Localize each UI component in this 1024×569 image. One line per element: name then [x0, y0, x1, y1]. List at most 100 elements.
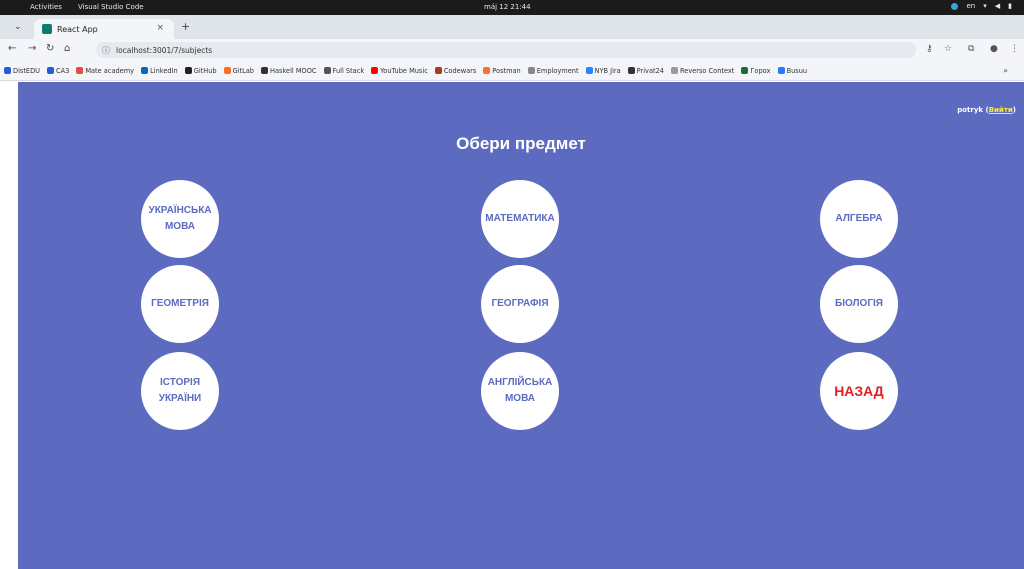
browser-menu-icon[interactable]: ⋮: [1010, 44, 1019, 54]
keyboard-layout[interactable]: en: [966, 2, 975, 10]
subject-geometry-button[interactable]: ГЕОМЕТРІЯ: [141, 265, 219, 343]
bookmark-item[interactable]: Postman: [483, 66, 521, 75]
bookmark-favicon-icon: [141, 67, 149, 74]
bookmark-favicon-icon: [261, 67, 268, 74]
subject-label: АЛГЕБРА: [835, 213, 883, 224]
app-page: potryk (Вийти) Обери предмет УКРАЇНСЬКА …: [18, 82, 1024, 569]
bookmark-item[interactable]: LinkedIn: [141, 67, 178, 75]
bookmark-favicon-icon: [76, 67, 84, 74]
new-tab-button[interactable]: +: [181, 20, 190, 33]
subject-mathematics-button[interactable]: МАТЕМАТИКА: [481, 180, 559, 258]
tab-close-icon[interactable]: ×: [156, 23, 164, 33]
bookmark-label: LinkedIn: [150, 66, 178, 75]
tab-list-chevron-icon[interactable]: ⌄: [14, 22, 22, 32]
site-info-icon[interactable]: ⓘ: [102, 45, 110, 56]
forward-arrow-icon[interactable]: →: [28, 43, 36, 54]
tab-react-app[interactable]: React App ×: [34, 19, 174, 39]
subject-biology-button[interactable]: БІОЛОГІЯ: [820, 265, 898, 343]
bookmarks-bar: DistEDU CA3 Mate academy LinkedIn GitHub GitL…: [0, 61, 1024, 81]
back-arrow-icon[interactable]: ←: [8, 43, 16, 54]
system-clock[interactable]: máj 12 21:44: [484, 3, 531, 11]
bookmark-favicon-icon: [371, 67, 379, 74]
bookmark-favicon-icon: [527, 67, 535, 74]
page-title: Обери предмет: [456, 134, 586, 153]
bookmark-label: Privat24: [636, 66, 664, 75]
bookmark-favicon-icon: [47, 67, 54, 74]
bookmark-item[interactable]: CA3: [47, 67, 69, 75]
bookmark-item[interactable]: NYB Jira: [585, 66, 621, 75]
bookmark-item[interactable]: Employment: [527, 66, 579, 75]
bookmark-item[interactable]: DistEDU: [4, 67, 40, 75]
bookmark-favicon-icon: [434, 67, 442, 74]
bookmark-item[interactable]: GitHub: [184, 66, 217, 75]
address-url[interactable]: localhost:3001/7/subjects: [116, 46, 212, 55]
bookmark-favicon-icon: [585, 67, 593, 74]
back-label: НАЗАД: [834, 382, 884, 399]
bookmark-favicon-icon: [777, 67, 785, 74]
key-icon[interactable]: ⚷: [926, 44, 933, 54]
bookmark-label: Горох: [750, 66, 771, 75]
bookmark-item[interactable]: Full Stack: [323, 67, 364, 75]
browser-tabstrip: ⌄ React App × +: [0, 15, 1024, 39]
bookmark-label: Haskell MOOC: [270, 66, 317, 75]
bookmark-label: GitLab: [232, 66, 254, 75]
extensions-icon[interactable]: ⧉: [968, 44, 974, 54]
bookmark-favicon-icon: [323, 67, 331, 74]
bookmark-label: DistEDU: [13, 66, 40, 75]
address-bar[interactable]: ⓘ localhost:3001/7/subjects: [96, 42, 916, 58]
system-tray[interactable]: en ▾ ◀ ▮: [951, 2, 1012, 10]
system-top-bar: Activities Visual Studio Code máj 12 21:…: [0, 0, 1024, 15]
bookmark-item[interactable]: GitLab: [223, 66, 254, 75]
bookmark-favicon-icon: [483, 67, 491, 74]
bookmark-item[interactable]: YouTube Music: [371, 67, 428, 75]
subject-label: ГЕОМЕТРІЯ: [151, 298, 209, 309]
reload-icon[interactable]: ↻: [46, 43, 54, 54]
bookmarks-overflow-icon[interactable]: »: [1003, 66, 1008, 75]
bookmark-favicon-icon: [627, 67, 635, 74]
subject-label: БІОЛОГІЯ: [835, 298, 883, 309]
activities-button[interactable]: Activities: [30, 3, 62, 11]
battery-icon: ▮: [1008, 2, 1012, 10]
bookmark-label: YouTube Music: [380, 66, 428, 75]
back-button[interactable]: НАЗАД: [820, 352, 898, 430]
subject-ukrainian-language-button[interactable]: УКРАЇНСЬКА МОВА: [141, 180, 219, 258]
subject-label: ГЕОГРАФІЯ: [491, 298, 549, 309]
user-info: potryk (Вийти): [957, 106, 1016, 114]
subject-label: АНГЛІЙСЬКА МОВА: [487, 377, 553, 404]
bookmark-star-icon[interactable]: ☆: [944, 44, 952, 54]
network-icon: ▾: [983, 2, 987, 10]
bookmark-favicon-icon: [223, 67, 231, 74]
bookmark-favicon-icon: [184, 67, 192, 74]
subject-label: МАТЕМАТИКА: [485, 213, 555, 224]
bookmark-item[interactable]: Busuu: [777, 66, 808, 75]
volume-icon: ◀: [994, 2, 1001, 10]
username: potryk: [957, 106, 984, 114]
subject-english-language-button[interactable]: АНГЛІЙСЬКА МОВА: [481, 352, 559, 430]
bookmark-favicon-icon: [741, 67, 749, 74]
subject-history-of-ukraine-button[interactable]: ІСТОРІЯ УКРАЇНИ: [141, 352, 219, 430]
bookmark-label: GitHub: [193, 66, 217, 75]
bookmark-item[interactable]: Reverso Context: [670, 66, 735, 75]
bookmark-item[interactable]: Mate academy: [76, 67, 134, 75]
react-app-favicon-icon: [42, 24, 52, 34]
subject-geography-button[interactable]: ГЕОГРАФІЯ: [481, 265, 559, 343]
bookmark-item[interactable]: Codewars: [434, 67, 476, 75]
subject-algebra-button[interactable]: АЛГЕБРА: [820, 180, 898, 258]
bookmark-item[interactable]: Горох: [741, 66, 771, 75]
bookmark-label: Postman: [492, 66, 521, 75]
home-icon[interactable]: ⌂: [64, 43, 70, 54]
bookmark-label: Reverso Context: [679, 66, 735, 75]
profile-avatar-icon[interactable]: ●: [990, 44, 998, 54]
bookmark-label: Busuu: [786, 66, 808, 75]
bookmark-item[interactable]: Privat24: [627, 66, 664, 75]
status-dot-icon: [951, 2, 959, 10]
bookmark-label: CA3: [56, 66, 70, 75]
active-app-name[interactable]: Visual Studio Code: [78, 3, 144, 11]
bookmark-item[interactable]: Haskell MOOC: [261, 67, 317, 75]
subject-label: ІСТОРІЯ УКРАЇНИ: [158, 377, 202, 404]
logout-link[interactable]: Вийти: [989, 106, 1013, 114]
bookmark-label: Employment: [536, 66, 579, 75]
bookmark-label: NYB Jira: [594, 66, 621, 75]
bookmark-favicon-icon: [4, 67, 11, 74]
browser-toolbar: ← → ↻ ⌂ ⓘ localhost:3001/7/subjects ⚷ ☆ …: [0, 39, 1024, 61]
